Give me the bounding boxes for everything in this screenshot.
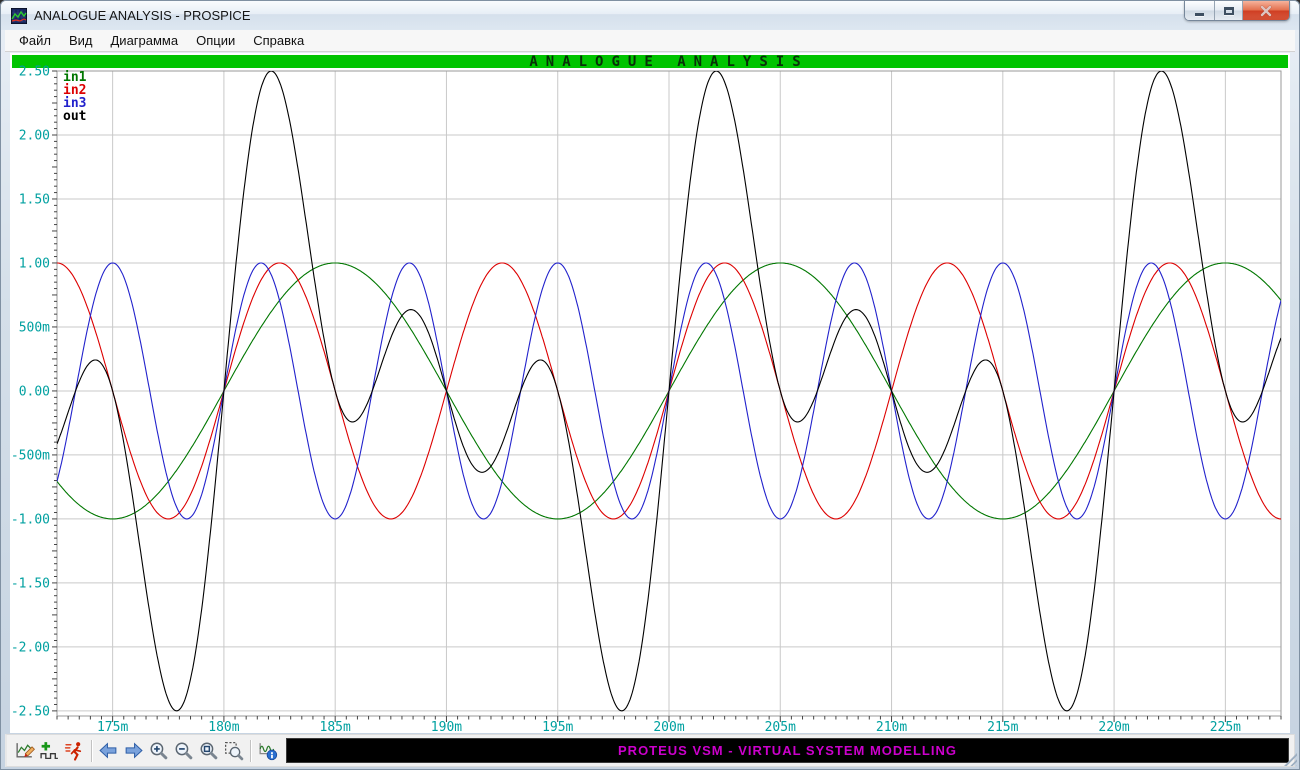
graph-info-button[interactable]: [255, 738, 280, 763]
maximize-button[interactable]: [1215, 1, 1243, 21]
y-tick-label: -2.50: [11, 704, 50, 719]
toolbar-separator: [91, 740, 92, 762]
menu-item-view[interactable]: Вид: [60, 30, 102, 51]
menu-item-options[interactable]: Опции: [187, 30, 244, 51]
pan-left-button[interactable]: [96, 738, 121, 763]
minimize-icon: [1195, 13, 1204, 16]
simulate-graph-button[interactable]: [62, 738, 87, 763]
x-tick-label: 210m: [876, 720, 907, 733]
status-text: PROTEUS VSM - VIRTUAL SYSTEM MODELLING: [618, 743, 957, 758]
analysis-chart[interactable]: ANALOGUE ANALYSIS 2.50 2.00 1.50 1.00 500m 0.0…: [10, 53, 1290, 733]
x-tick-label: 190m: [431, 720, 462, 733]
chart-background: [10, 53, 1290, 733]
edit-graph-button[interactable]: [12, 738, 37, 763]
arrow-right-icon: [123, 740, 144, 761]
zoom-full-icon: [198, 740, 219, 761]
run-simulation-icon: [64, 740, 85, 761]
x-tick-label: 175m: [97, 720, 128, 733]
toolbar-buttons: [12, 738, 280, 763]
analogue-analysis-window: ANALOGUE ANALYSIS - PROSPICE ФайлВидДиаг…: [0, 0, 1300, 770]
graph-info-icon: [257, 740, 278, 761]
edit-graph-icon: [14, 740, 35, 761]
window-title: ANALOGUE ANALYSIS - PROSPICE: [34, 8, 251, 23]
zoom-out-button[interactable]: [171, 738, 196, 763]
close-button[interactable]: [1243, 1, 1289, 21]
minimize-button[interactable]: [1185, 1, 1215, 21]
y-tick-label: -1.00: [11, 512, 50, 527]
x-tick-label: 225m: [1210, 720, 1241, 733]
menu-item-help[interactable]: Справка: [244, 30, 313, 51]
x-tick-label: 205m: [765, 720, 796, 733]
app-icon: [11, 8, 27, 24]
menu-item-file[interactable]: Файл: [10, 30, 60, 51]
x-tick-label: 195m: [542, 720, 573, 733]
legend: in1in2in3out: [63, 70, 87, 124]
y-tick-label: 500m: [19, 320, 50, 335]
add-trace-button[interactable]: [37, 738, 62, 763]
menu-item-graph[interactable]: Диаграмма: [102, 30, 188, 51]
maximize-icon: [1224, 7, 1234, 15]
close-icon: [1260, 5, 1272, 17]
y-tick-label: -500m: [11, 448, 50, 463]
zoom-area-icon: [223, 740, 244, 761]
toolbar-separator: [250, 740, 251, 762]
bottom-toolbar: PROTEUS VSM - VIRTUAL SYSTEM MODELLING: [5, 734, 1295, 767]
y-tick-label: 2.50: [19, 65, 50, 80]
arrow-left-icon: [98, 740, 119, 761]
add-trace-icon: [39, 740, 60, 761]
status-marquee: PROTEUS VSM - VIRTUAL SYSTEM MODELLING: [286, 738, 1289, 763]
chart-client-area: ANALOGUE ANALYSIS 2.50 2.00 1.50 1.00 500m 0.0…: [10, 53, 1290, 733]
y-tick-label: 2.00: [19, 128, 50, 143]
y-tick-label: 0.00: [19, 384, 50, 399]
x-tick-label: 200m: [653, 720, 684, 733]
y-tick-label: 1.50: [19, 192, 50, 207]
y-tick-label: 1.00: [19, 256, 50, 271]
zoom-out-icon: [173, 740, 194, 761]
x-tick-label: 220m: [1098, 720, 1129, 733]
menubar: ФайлВидДиаграммаОпцииСправка: [5, 30, 1295, 52]
chart-title-label: ANALOGUE ANALYSIS: [529, 54, 808, 70]
zoom-full-button[interactable]: [196, 738, 221, 763]
legend-out[interactable]: out: [63, 109, 86, 124]
x-tick-label: 180m: [208, 720, 239, 733]
zoom-in-button[interactable]: [146, 738, 171, 763]
pan-right-button[interactable]: [121, 738, 146, 763]
x-tick-label: 185m: [320, 720, 351, 733]
zoom-area-button[interactable]: [221, 738, 246, 763]
window-controls: [1184, 1, 1290, 21]
titlebar[interactable]: ANALOGUE ANALYSIS - PROSPICE: [1, 1, 1299, 30]
y-tick-label: -1.50: [11, 576, 50, 591]
zoom-in-icon: [148, 740, 169, 761]
x-tick-label: 215m: [987, 720, 1018, 733]
y-tick-label: -2.00: [11, 640, 50, 655]
